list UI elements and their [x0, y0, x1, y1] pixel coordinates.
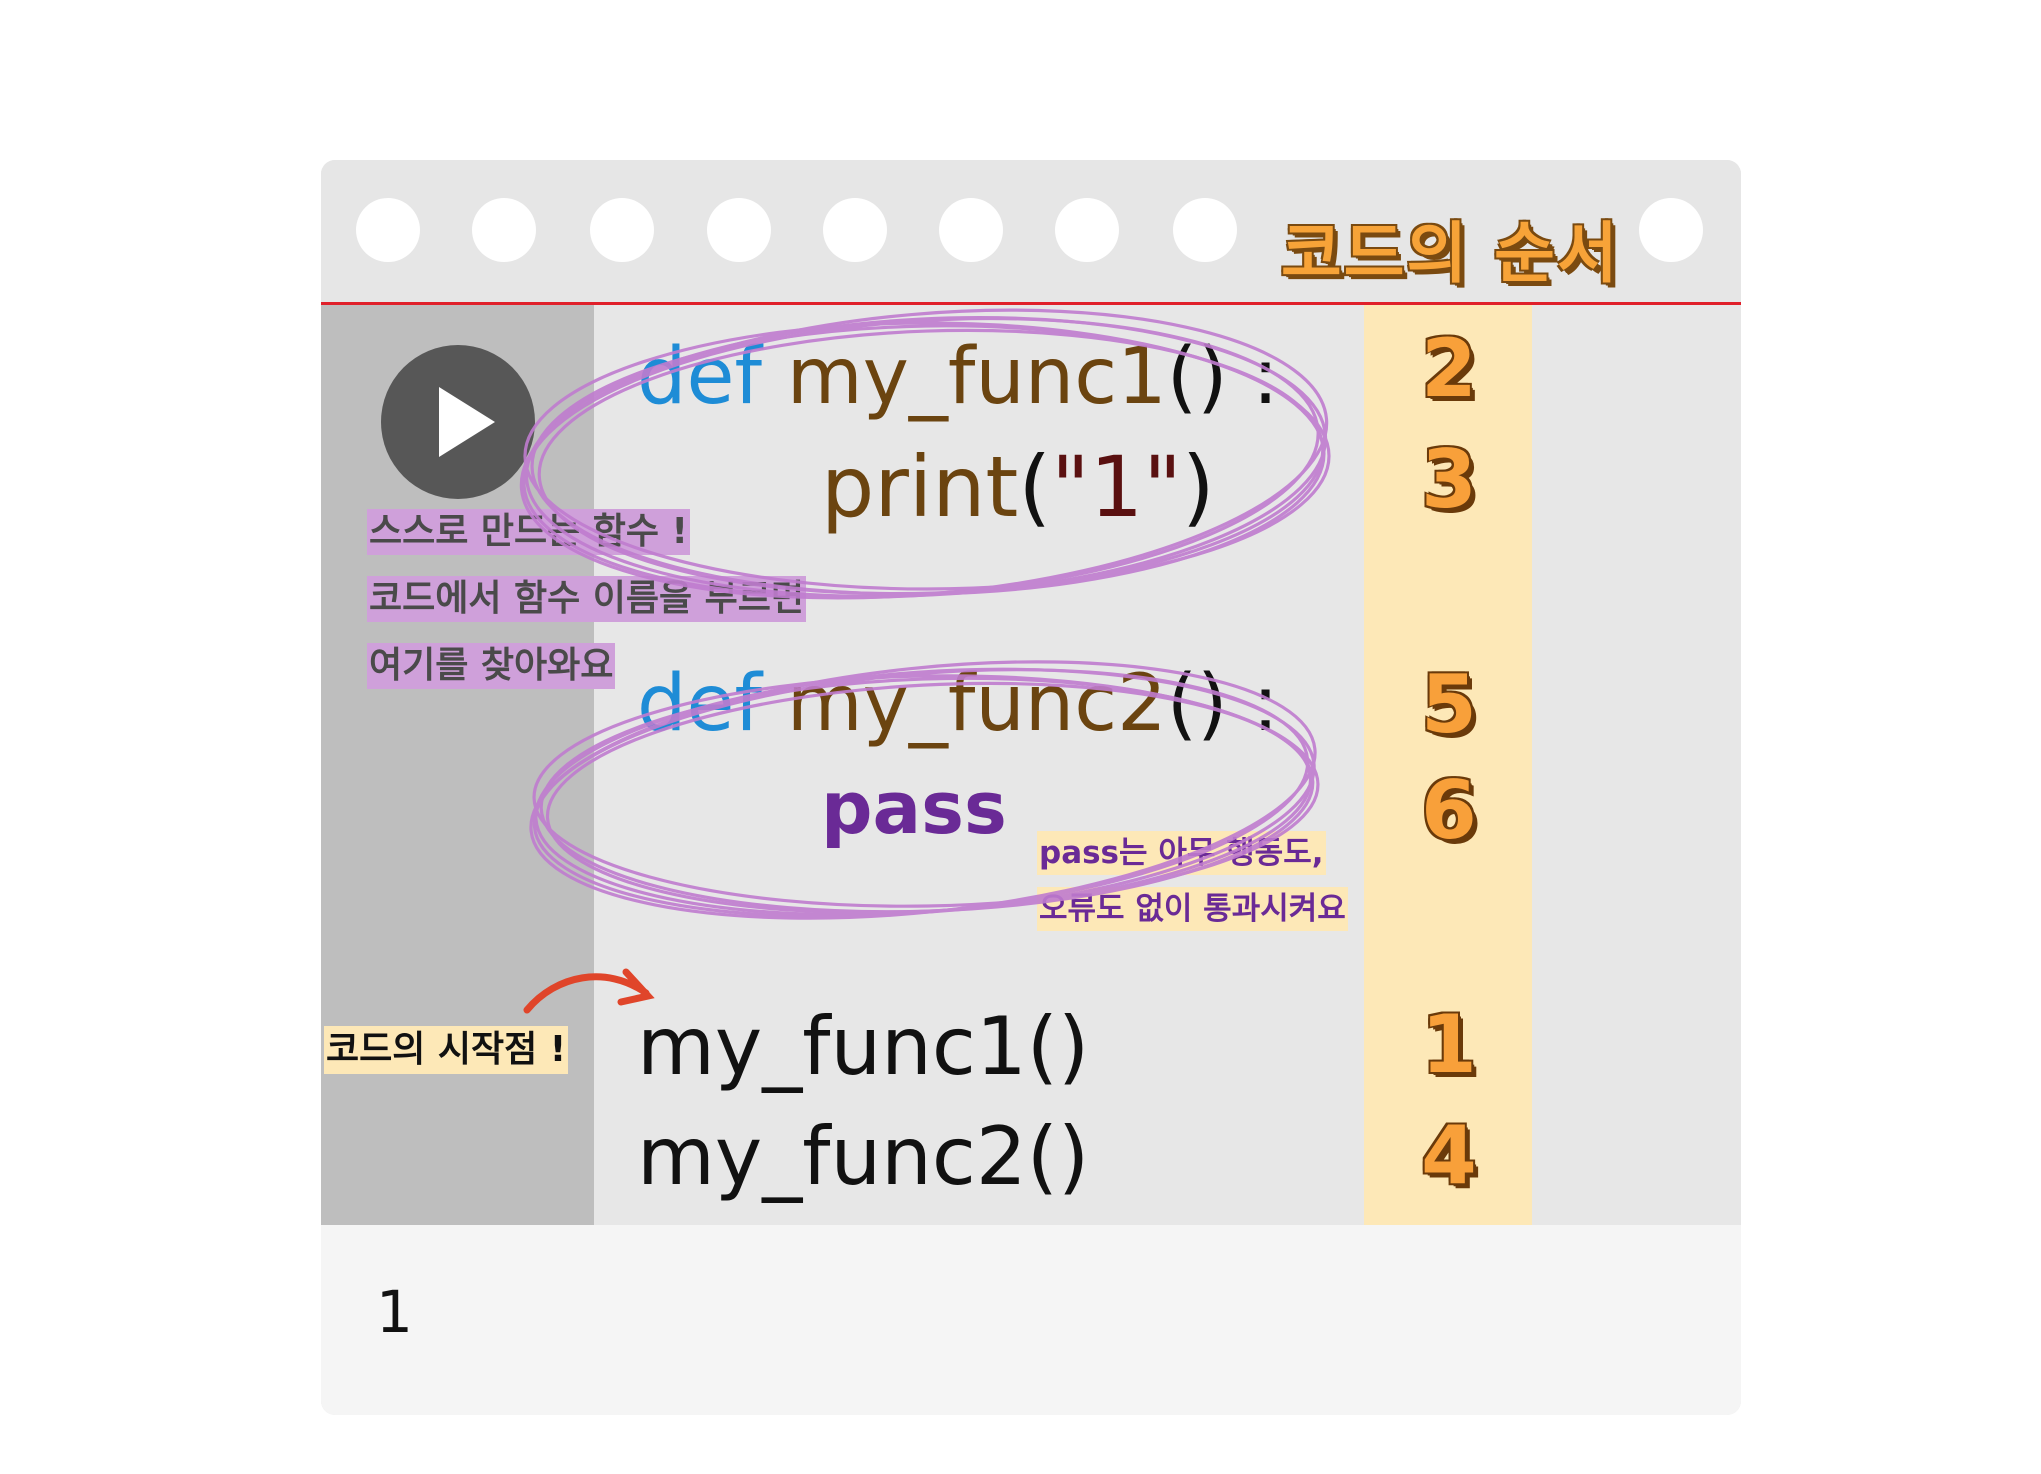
highlight-circle-func1 — [519, 308, 1331, 600]
start-arrow-icon — [523, 968, 655, 1014]
highlight-circle-func2 — [529, 660, 1320, 920]
code-card: 코드의 순서 스스로 만드는 함수 ! 코드에서 함수 이름을 부르면 여기를 … — [321, 160, 1741, 1415]
annotation-overlay — [519, 308, 1331, 1014]
